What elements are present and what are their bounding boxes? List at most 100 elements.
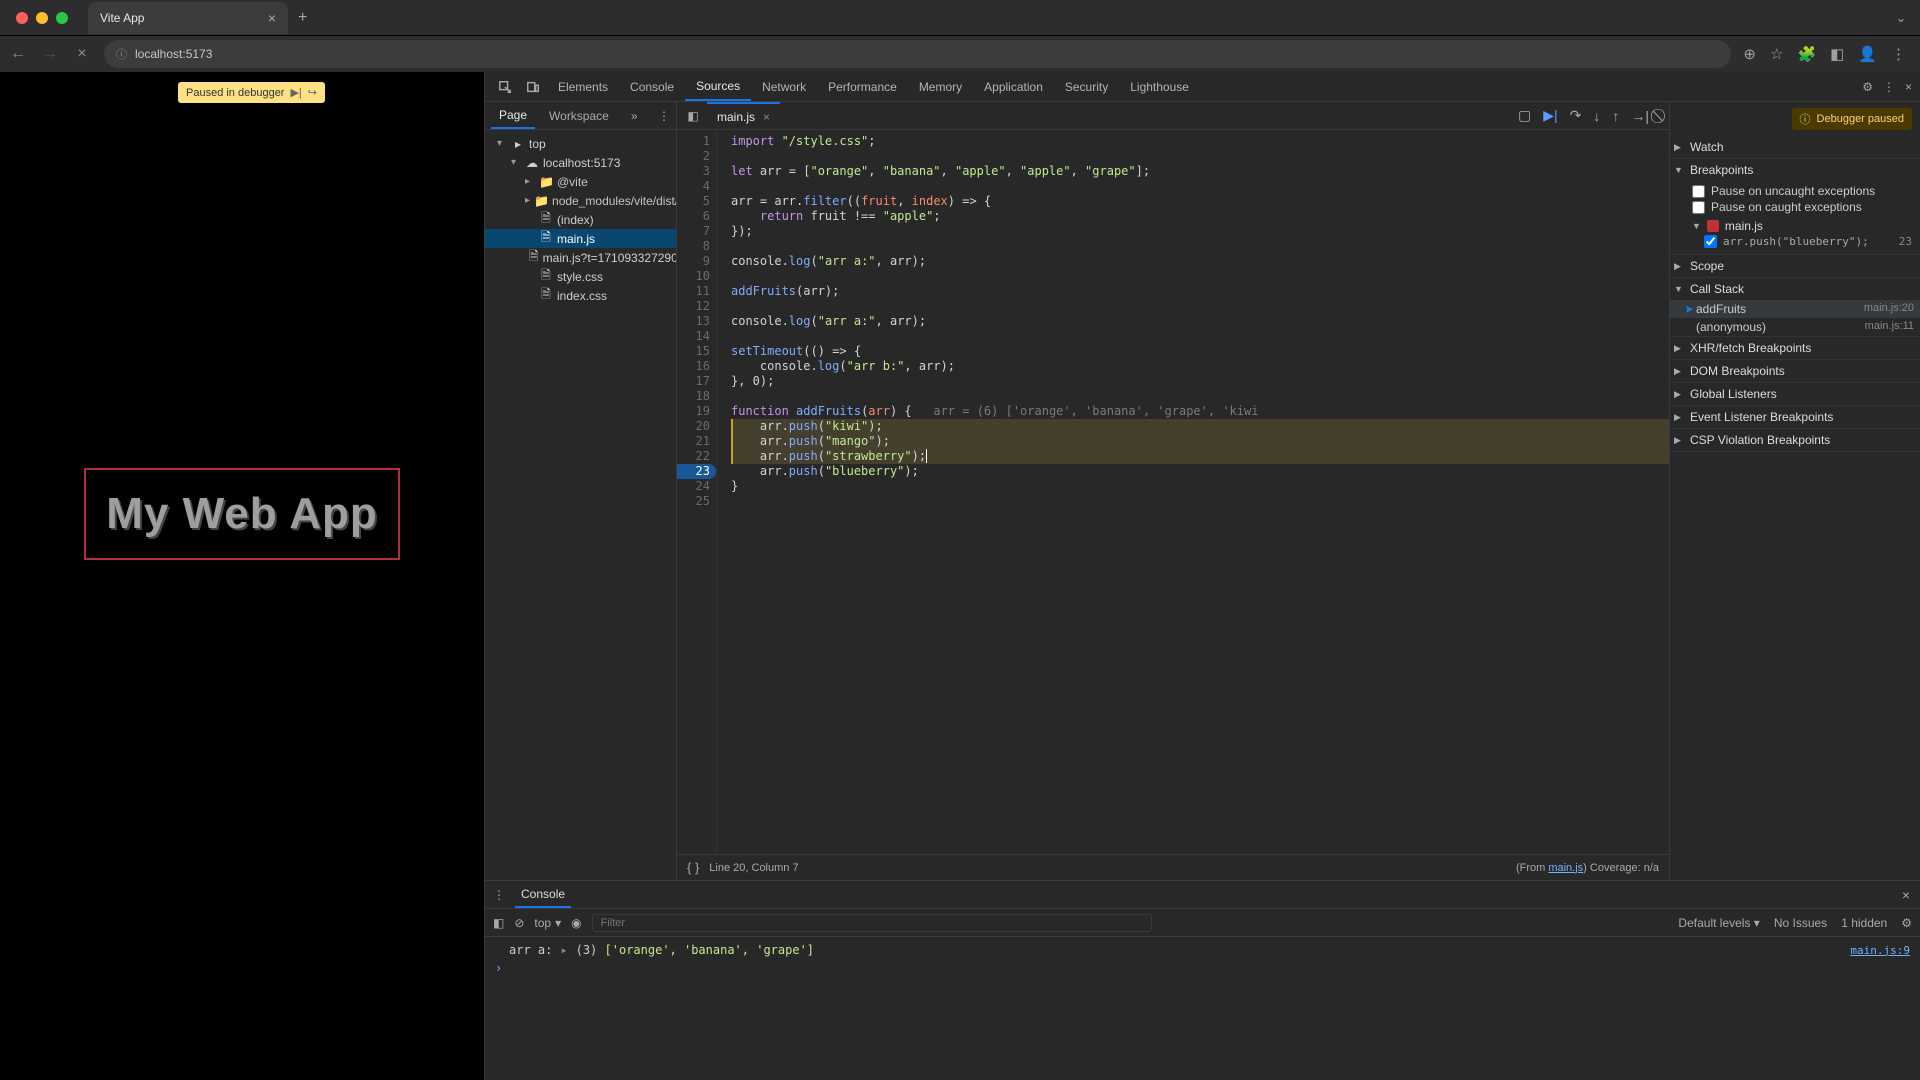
step-icon[interactable]: ↪ (308, 86, 317, 99)
tab-console[interactable]: Console (619, 72, 685, 101)
coverage-link[interactable]: main.js (1548, 862, 1583, 874)
tree-file-style[interactable]: 🗎style.css (485, 267, 676, 286)
tab-sources[interactable]: Sources (685, 72, 751, 101)
section-global[interactable]: ▶Global Listeners (1670, 383, 1920, 405)
toggle-nav-icon[interactable]: ◧ (681, 109, 705, 123)
step-out-icon[interactable]: ↑ (1612, 108, 1619, 124)
browser-titlebar: Vite App × + ⌄ (0, 0, 1920, 36)
log-preview: (3) ['orange', 'banana', 'grape'] (576, 943, 814, 957)
callstack-frame[interactable]: (anonymous)main.js:11 (1670, 318, 1920, 336)
tree-file-main[interactable]: 🗎main.js (485, 229, 676, 248)
tab-elements[interactable]: Elements (547, 72, 619, 101)
tab-security[interactable]: Security (1054, 72, 1119, 101)
window-controls (8, 12, 76, 24)
breakpoint-checkbox[interactable] (1704, 235, 1717, 248)
no-issues-label[interactable]: No Issues (1774, 916, 1827, 930)
section-csp[interactable]: ▶CSP Violation Breakpoints (1670, 429, 1920, 451)
console-log-row[interactable]: arr a: ▸ (3) ['orange', 'banana', 'grape… (495, 941, 1910, 959)
maximize-window-icon[interactable] (56, 12, 68, 24)
step-into-icon[interactable]: ↓ (1593, 108, 1600, 124)
breakpoint-file[interactable]: ▼main.js (1692, 219, 1920, 233)
drawer-menu-icon[interactable]: ⋮ (493, 888, 505, 902)
bookmark-icon[interactable]: ☆ (1770, 45, 1783, 63)
tab-memory[interactable]: Memory (908, 72, 973, 101)
console-prompt-icon[interactable]: › (495, 961, 502, 975)
expand-icon[interactable]: ▸ (560, 943, 567, 957)
tree-host[interactable]: ▾☁localhost:5173 (485, 153, 676, 172)
more-icon[interactable]: ⋮ (1883, 80, 1895, 94)
section-event[interactable]: ▶Event Listener Breakpoints (1670, 406, 1920, 428)
devtools-tabbar: Elements Console Sources Network Perform… (485, 72, 1920, 102)
editor-tab-main[interactable]: main.js × (707, 102, 780, 129)
clear-console-icon[interactable]: ⊘ (514, 916, 524, 930)
console-sidebar-icon[interactable]: ◧ (493, 916, 504, 930)
nav-tab-workspace[interactable]: Workspace (541, 102, 617, 129)
close-devtools-icon[interactable]: × (1905, 80, 1912, 94)
callstack-frame[interactable]: ➤addFruitsmain.js:20 (1670, 300, 1920, 318)
forward-button[interactable]: → (40, 45, 60, 63)
tab-network[interactable]: Network (751, 72, 817, 101)
tree-folder-vite[interactable]: ▸📁@vite (485, 172, 676, 191)
tab-application[interactable]: Application (973, 72, 1054, 101)
nav-tab-overflow[interactable]: » (623, 102, 646, 129)
console-settings-icon[interactable]: ⚙ (1901, 916, 1912, 930)
tree-file-main-ts[interactable]: 🗎main.js?t=171093327290 (485, 248, 676, 267)
settings-icon[interactable]: ⚙ (1862, 80, 1873, 94)
url-text: localhost:5173 (135, 47, 212, 61)
section-dom[interactable]: ▶DOM Breakpoints (1670, 360, 1920, 382)
close-window-icon[interactable] (16, 12, 28, 24)
section-watch[interactable]: ▶Watch (1670, 136, 1920, 158)
console-context-select[interactable]: top▾ (534, 916, 561, 930)
nav-tab-page[interactable]: Page (491, 102, 535, 129)
tree-top[interactable]: ▾▸top (485, 134, 676, 153)
tab-title: Vite App (100, 11, 144, 25)
console-filter-input[interactable] (592, 914, 1152, 932)
section-xhr[interactable]: ▶XHR/fetch Breakpoints (1670, 337, 1920, 359)
tree-folder-nodemodules[interactable]: ▸📁node_modules/vite/dist/c (485, 191, 676, 210)
pause-uncaught-checkbox[interactable]: Pause on uncaught exceptions (1692, 183, 1920, 199)
tree-file-index[interactable]: 🗎(index) (485, 210, 676, 229)
tree-file-indexcss[interactable]: 🗎index.css (485, 286, 676, 305)
url-field[interactable]: ⓘ localhost:5173 (104, 40, 1731, 68)
site-info-icon[interactable]: ⓘ (116, 46, 127, 62)
pretty-print-icon[interactable]: ▢ (1518, 107, 1531, 124)
section-breakpoints[interactable]: ▼Breakpoints (1670, 159, 1920, 181)
extensions-icon[interactable]: 🧩 (1797, 45, 1816, 63)
step-over-icon[interactable]: ↷ (1570, 107, 1582, 124)
zoom-icon[interactable]: ⊕ (1743, 45, 1756, 63)
close-drawer-icon[interactable]: × (1902, 887, 1920, 903)
profile-icon[interactable]: 👤 (1858, 45, 1877, 63)
resume-script-icon[interactable]: ▶| (1543, 107, 1557, 124)
log-levels-select[interactable]: Default levels ▾ (1678, 916, 1759, 930)
code-editor[interactable]: 1234567891011121314151617181920212223242… (677, 130, 1669, 854)
device-toggle-icon[interactable] (519, 72, 547, 101)
close-editor-tab-icon[interactable]: × (763, 110, 770, 124)
back-button[interactable]: ← (8, 45, 28, 63)
browser-tab[interactable]: Vite App × (88, 2, 288, 34)
format-icon[interactable]: { } (687, 860, 699, 875)
section-scope[interactable]: ▶Scope (1670, 255, 1920, 277)
reload-button[interactable]: × (72, 45, 92, 63)
nav-more-icon[interactable]: ⋮ (658, 109, 670, 123)
chevron-down-icon[interactable]: ⌄ (1896, 11, 1912, 25)
minimize-window-icon[interactable] (36, 12, 48, 24)
close-tab-icon[interactable]: × (268, 10, 276, 26)
live-expression-icon[interactable]: ◉ (571, 916, 581, 930)
breakpoint-line-number: 23 (1899, 235, 1920, 248)
sidepanel-icon[interactable]: ◧ (1830, 45, 1844, 63)
breakpoint-entry[interactable]: arr.push("blueberry"); 23 (1692, 233, 1920, 250)
paused-label: Paused in debugger (186, 87, 284, 99)
inspect-icon[interactable] (491, 72, 519, 101)
tab-lighthouse[interactable]: Lighthouse (1119, 72, 1200, 101)
drawer-tab-console[interactable]: Console (515, 881, 571, 908)
section-callstack[interactable]: ▼Call Stack (1670, 278, 1920, 300)
file-tree: ▾▸top ▾☁localhost:5173 ▸📁@vite ▸📁node_mo… (485, 130, 676, 880)
pause-caught-checkbox[interactable]: Pause on caught exceptions (1692, 199, 1920, 215)
resume-icon[interactable]: ▶| (290, 86, 301, 99)
step-icon[interactable]: →| (1631, 108, 1649, 124)
sources-navigator: Page Workspace » ⋮ ▾▸top ▾☁localhost:517… (485, 102, 677, 880)
menu-icon[interactable]: ⋮ (1891, 45, 1906, 63)
new-tab-button[interactable]: + (288, 9, 317, 27)
log-source-link[interactable]: main.js:9 (1850, 944, 1910, 957)
tab-performance[interactable]: Performance (817, 72, 908, 101)
